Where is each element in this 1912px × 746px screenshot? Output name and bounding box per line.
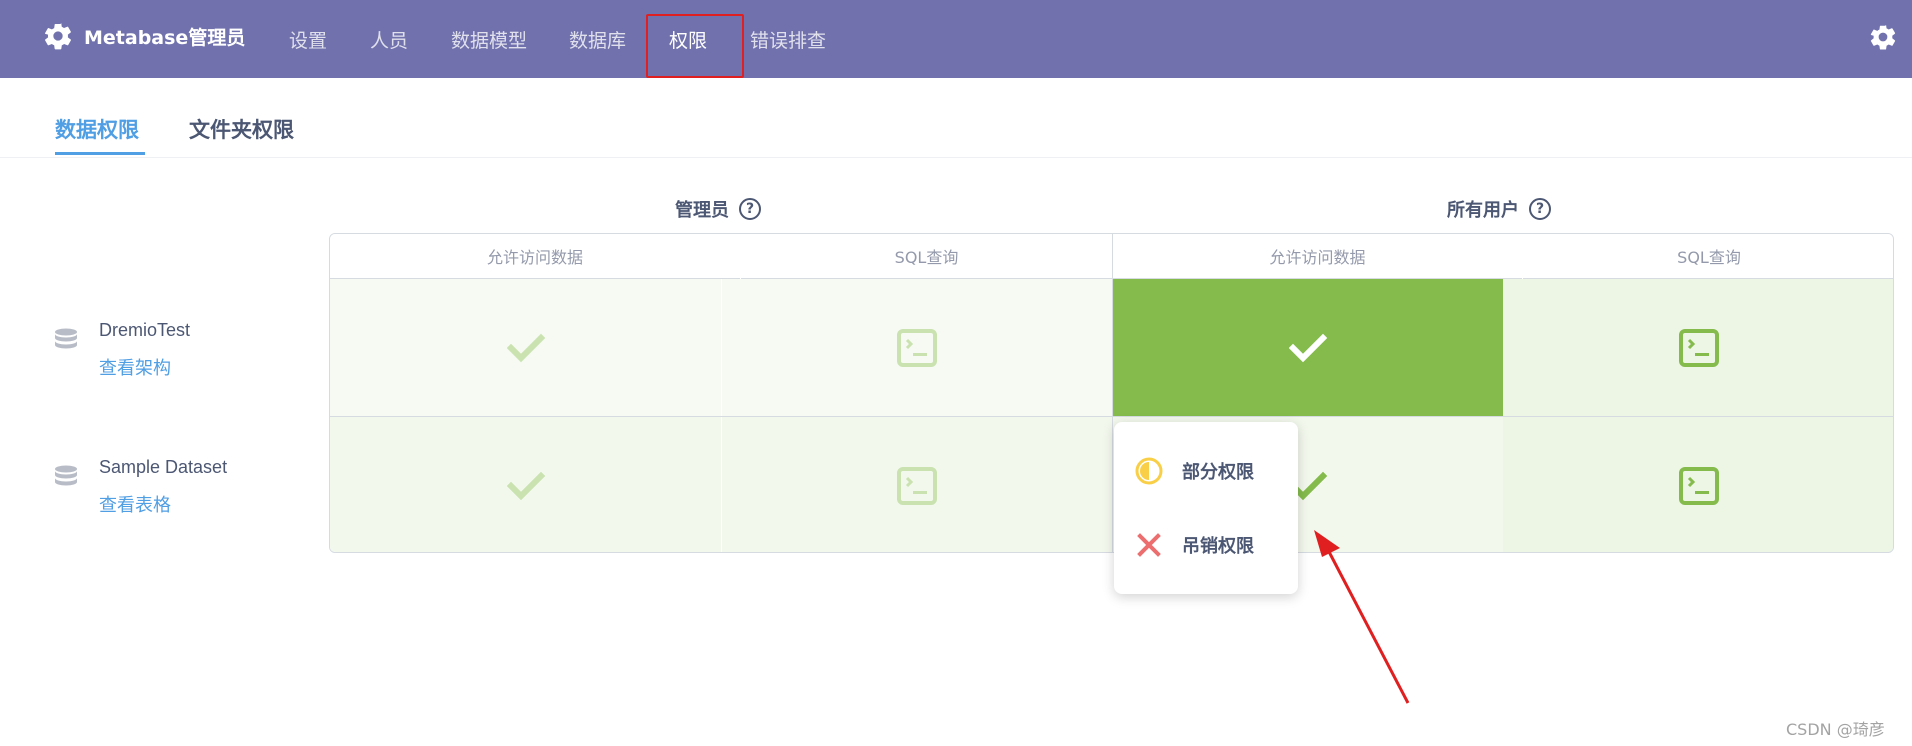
cell-admin-data-access[interactable]	[330, 417, 721, 552]
cell-admin-sql[interactable]	[722, 279, 1112, 416]
view-tables-link[interactable]: 查看表格	[99, 491, 171, 517]
option-label: 部分权限	[1182, 462, 1254, 483]
tab-data-permissions[interactable]: 数据权限	[55, 114, 139, 144]
nav-item-settings[interactable]: 设置	[289, 26, 327, 53]
database-icon	[55, 465, 77, 486]
column-header: 允许访问数据	[330, 234, 740, 279]
column-header: SQL查询	[1523, 234, 1893, 279]
terminal-icon	[897, 328, 937, 367]
permissions-grid: 允许访问数据 SQL查询 允许访问数据 SQL查询	[329, 233, 1894, 553]
check-icon	[1289, 333, 1327, 362]
group-header-admins: 管理员 ?	[675, 196, 761, 222]
cell-all-users-sql[interactable]	[1503, 417, 1893, 552]
option-revoke-access[interactable]: 吊销权限	[1134, 530, 1254, 560]
cell-admin-sql[interactable]	[722, 417, 1112, 552]
partial-icon	[1135, 457, 1163, 485]
terminal-icon	[897, 466, 937, 505]
watermark: CSDN @琦彦	[1786, 720, 1885, 739]
permission-options-popover: 部分权限 吊销权限	[1114, 422, 1298, 594]
database-name: Sample Dataset	[99, 457, 228, 477]
cell-all-users-data-access[interactable]	[1113, 279, 1503, 416]
permissions-tabs: 数据权限 文件夹权限	[0, 78, 1912, 158]
brand[interactable]: Metabase管理员	[42, 20, 245, 52]
gear-icon	[45, 23, 71, 50]
close-icon	[1137, 533, 1161, 557]
nav-item-people[interactable]: 人员	[370, 26, 408, 53]
permissions-highlight-box	[646, 14, 744, 78]
help-icon[interactable]: ?	[1529, 198, 1551, 220]
brand-title: Metabase管理员	[84, 26, 246, 49]
group-divider	[1112, 234, 1113, 552]
group-name: 管理员	[675, 200, 729, 221]
group-name: 所有用户	[1447, 200, 1519, 221]
database-name: DremioTest	[99, 320, 191, 340]
check-icon	[506, 471, 545, 500]
option-label: 吊销权限	[1182, 536, 1254, 557]
terminal-icon	[1679, 328, 1719, 367]
cell-admin-data-access[interactable]	[330, 279, 721, 416]
group-header-all-users: 所有用户 ?	[1447, 196, 1551, 222]
row-divider	[330, 416, 1893, 417]
view-schema-link[interactable]: 查看架构	[99, 354, 171, 380]
tab-collection-permissions[interactable]: 文件夹权限	[189, 114, 294, 144]
help-icon[interactable]: ?	[739, 198, 761, 220]
database-icon	[55, 328, 77, 349]
column-header: 允许访问数据	[1113, 234, 1522, 279]
nav-item-data-model[interactable]: 数据模型	[451, 26, 527, 53]
check-icon	[506, 333, 545, 362]
nav-item-databases[interactable]: 数据库	[569, 26, 626, 53]
option-partial-access[interactable]: 部分权限	[1134, 456, 1254, 486]
column-header: SQL查询	[741, 234, 1112, 279]
top-navbar: Metabase管理员 设置 人员 数据模型 数据库 权限 错误排查	[0, 0, 1912, 78]
nav-item-troubleshooting[interactable]: 错误排查	[750, 26, 826, 53]
active-tab-underline	[55, 152, 145, 155]
cell-all-users-sql[interactable]	[1503, 279, 1893, 416]
terminal-icon	[1679, 466, 1719, 505]
settings-gear-icon[interactable]	[1868, 22, 1898, 52]
